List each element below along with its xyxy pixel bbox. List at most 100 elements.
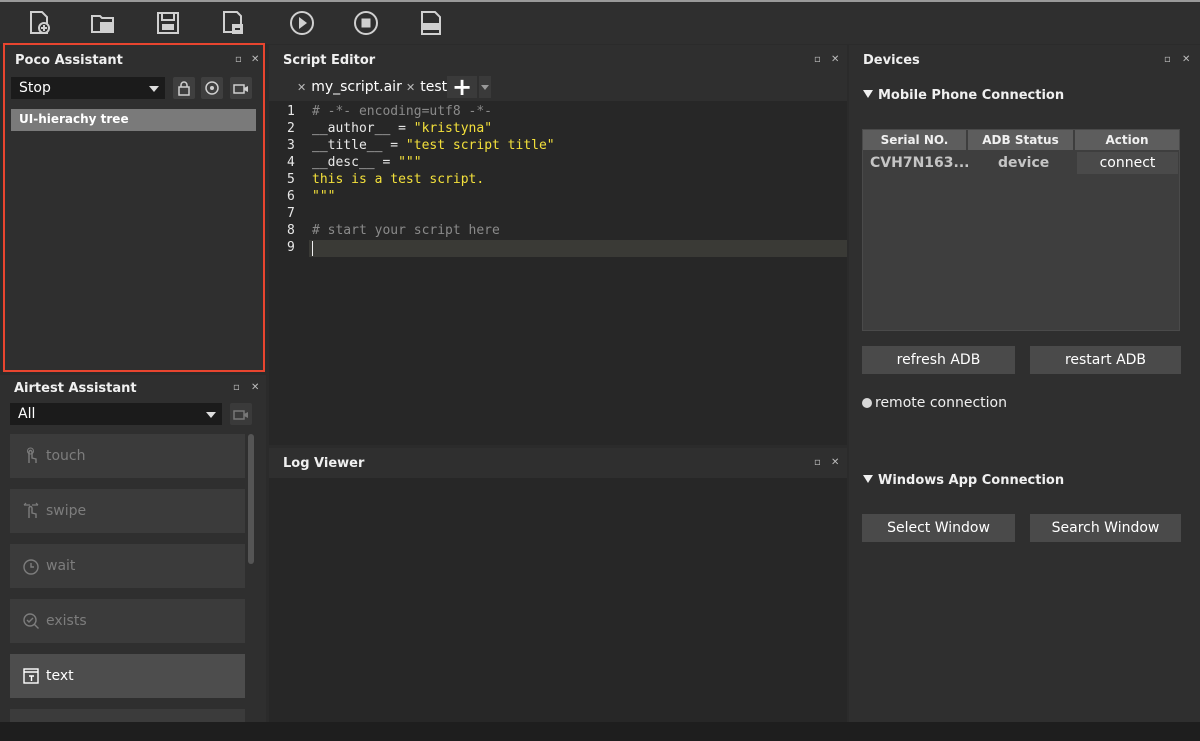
main-toolbar — [0, 0, 1200, 44]
folder-icon — [91, 15, 114, 33]
restart-adb-button[interactable]: restart ADB — [1030, 346, 1181, 374]
action-label: text — [46, 668, 74, 684]
search-window-button[interactable]: Search Window — [1030, 514, 1181, 542]
code-token: __desc__ = — [312, 155, 399, 170]
code-line: # start your script here — [312, 223, 500, 238]
log-output[interactable] — [269, 478, 847, 722]
close-icon[interactable]: ✕ — [831, 458, 839, 468]
save-as-button[interactable] — [218, 8, 248, 38]
line-number: 8 — [287, 223, 295, 238]
action-exists[interactable]: exists — [10, 599, 245, 643]
record-button[interactable] — [230, 77, 252, 99]
airtest-filter-select[interactable]: All — [10, 403, 222, 425]
code-line: __desc__ = """ — [312, 155, 422, 170]
tab-label: test — [420, 79, 448, 95]
connect-button[interactable]: connect — [1077, 152, 1178, 174]
device-status: device — [998, 155, 1050, 171]
device-table: Serial NO. ADB Status Action CVH7N163...… — [862, 129, 1180, 331]
line-number: 5 — [287, 172, 295, 187]
action-label: touch — [46, 448, 86, 464]
float-icon[interactable]: ▫ — [233, 383, 240, 393]
tab-my-script[interactable]: ✕ my_script.air — [297, 75, 402, 99]
code-string: "test script title" — [405, 138, 555, 153]
new-file-icon — [30, 11, 50, 34]
device-serial: CVH7N163... — [870, 155, 970, 171]
action-text[interactable]: text — [10, 654, 245, 698]
new-file-button[interactable] — [25, 8, 55, 38]
record-button[interactable] — [230, 403, 252, 425]
airtest-scrollbar[interactable] — [248, 434, 254, 564]
float-icon[interactable]: ▫ — [235, 55, 242, 65]
close-icon[interactable]: ✕ — [831, 55, 839, 65]
swipe-icon — [23, 502, 39, 518]
current-line-highlight — [309, 240, 847, 257]
triangle-down-icon — [863, 90, 873, 98]
poco-assistant-panel: Poco Assistant ▫ ✕ Stop UI-hierachy tree — [3, 43, 265, 372]
log-viewer-panel: Log Viewer ▫ ✕ — [269, 448, 847, 722]
code-string: "kristyna" — [413, 121, 493, 136]
open-folder-button[interactable] — [88, 8, 118, 38]
clock-icon — [23, 559, 39, 575]
status-bar — [0, 722, 1200, 741]
section-label: Mobile Phone Connection — [878, 88, 1065, 103]
windows-connection-header[interactable]: Windows App Connection — [863, 473, 1064, 488]
lock-icon — [178, 81, 190, 96]
action-label: exists — [46, 613, 87, 629]
select-window-button[interactable]: Select Window — [862, 514, 1015, 542]
mobile-connection-header[interactable]: Mobile Phone Connection — [863, 88, 1064, 103]
log-button[interactable] — [416, 8, 446, 38]
panel-title: Devices — [863, 53, 920, 68]
line-number: 4 — [287, 155, 295, 170]
refresh-button[interactable] — [201, 77, 223, 99]
line-number: 9 — [287, 240, 295, 255]
code-editor[interactable]: 1 2 3 4 5 6 7 8 9 # -*- encoding=utf8 -*… — [269, 101, 847, 445]
save-as-icon — [223, 11, 243, 34]
code-line: """ — [312, 189, 336, 204]
line-number: 1 — [287, 104, 295, 119]
devices-panel: Devices ▫ ✕ Mobile Phone Connection Seri… — [849, 45, 1200, 722]
action-label: wait — [46, 558, 76, 574]
float-icon[interactable]: ▫ — [814, 55, 821, 65]
lock-button[interactable] — [173, 77, 195, 99]
line-number: 6 — [287, 189, 295, 204]
select-value: All — [18, 406, 36, 422]
camera-icon — [233, 84, 248, 94]
refresh-adb-button[interactable]: refresh ADB — [862, 346, 1015, 374]
tab-list-dropdown[interactable] — [479, 76, 491, 98]
poco-mode-select[interactable]: Stop — [11, 77, 165, 99]
column-header: ADB Status — [968, 130, 1073, 150]
float-icon[interactable]: ▫ — [1164, 55, 1171, 65]
save-icon — [157, 12, 179, 34]
save-button[interactable] — [153, 8, 183, 38]
airtest-assistant-panel: Airtest Assistant ▫ ✕ All touch swipe wa… — [0, 375, 266, 722]
column-header: Serial NO. — [863, 130, 966, 150]
tab-test[interactable]: ✕ test — [406, 75, 447, 99]
stop-icon — [354, 11, 378, 35]
run-button[interactable] — [287, 8, 317, 38]
tab-label: my_script.air — [311, 79, 402, 95]
action-label: swipe — [46, 503, 87, 519]
stop-button[interactable] — [351, 8, 381, 38]
magnifier-check-icon — [23, 613, 39, 629]
action-swipe[interactable]: swipe — [10, 489, 245, 533]
ui-hierarchy-tree-item[interactable]: UI-hierachy tree — [11, 109, 256, 131]
close-tab-icon[interactable]: ✕ — [406, 81, 415, 94]
line-number: 3 — [287, 138, 295, 153]
chevron-down-icon — [149, 86, 159, 92]
close-icon[interactable]: ✕ — [1182, 55, 1190, 65]
add-tab-button[interactable]: + — [447, 73, 477, 101]
select-value: Stop — [19, 80, 51, 96]
remote-connection-toggle[interactable]: remote connection — [862, 395, 1007, 411]
action-wait[interactable]: wait — [10, 544, 245, 588]
code-token: __title__ = — [312, 138, 406, 153]
code-line: __title__ = "test script title" — [312, 138, 555, 153]
close-icon[interactable]: ✕ — [251, 383, 259, 393]
triangle-down-icon — [863, 475, 873, 483]
float-icon[interactable]: ▫ — [814, 458, 821, 468]
action-item-partial[interactable] — [10, 709, 245, 722]
close-tab-icon[interactable]: ✕ — [297, 81, 306, 94]
chevron-down-icon — [206, 412, 216, 418]
action-touch[interactable]: touch — [10, 434, 245, 478]
close-icon[interactable]: ✕ — [251, 55, 259, 65]
play-icon — [290, 11, 314, 35]
